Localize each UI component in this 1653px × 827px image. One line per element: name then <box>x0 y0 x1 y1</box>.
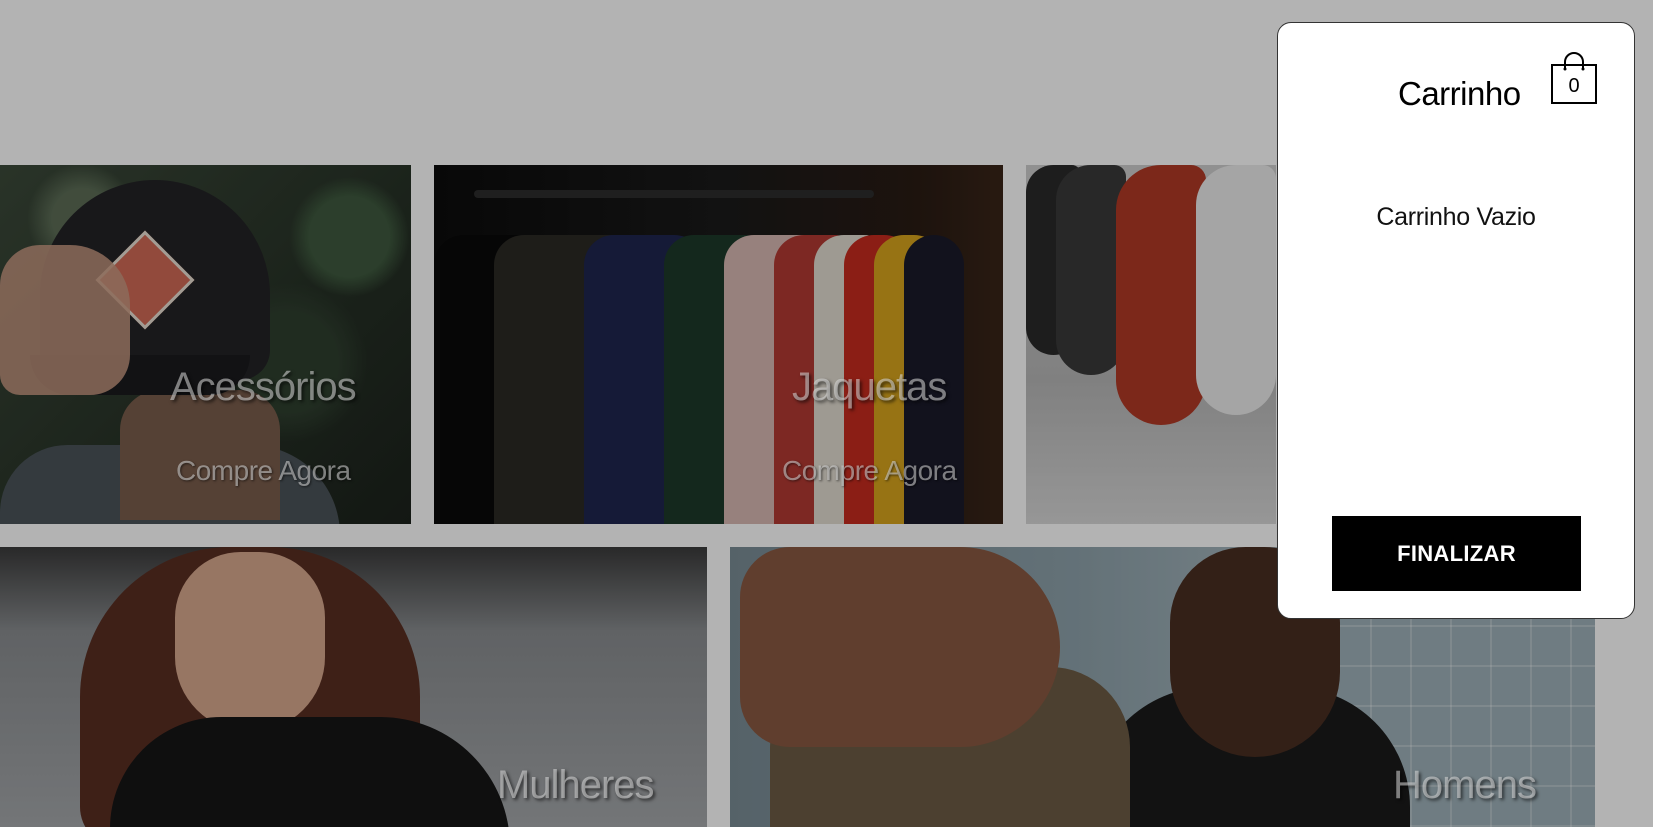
category-title: Homens <box>1393 763 1537 807</box>
category-tile-jaquetas[interactable]: Jaquetas Compre Agora <box>434 165 1003 524</box>
cart-count-badge: 0 <box>1568 75 1580 97</box>
tile-overlay <box>1026 165 1276 524</box>
cart-panel: Carrinho 0 Carrinho Vazio FINALIZAR <box>1277 22 1635 619</box>
category-tile-tenis[interactable] <box>1026 165 1276 524</box>
category-tile-acessorios[interactable]: Acessórios Compre Agora <box>0 165 411 524</box>
page: Acessórios Compre Agora Jaquetas Compre … <box>0 0 1653 827</box>
category-title: Mulheres <box>497 763 655 807</box>
cart-empty-message: Carrinho Vazio <box>1376 203 1536 231</box>
category-tile-mulheres[interactable]: Mulheres <box>0 547 707 827</box>
cart-title: Carrinho <box>1398 75 1521 112</box>
category-title: Jaquetas <box>792 365 947 409</box>
finalize-button[interactable]: FINALIZAR <box>1332 516 1581 591</box>
shop-now-link[interactable]: Compre Agora <box>176 455 351 487</box>
shopping-bag-icon[interactable]: 0 <box>1550 49 1598 105</box>
shop-now-link[interactable]: Compre Agora <box>782 455 957 487</box>
category-title: Acessórios <box>170 365 357 409</box>
